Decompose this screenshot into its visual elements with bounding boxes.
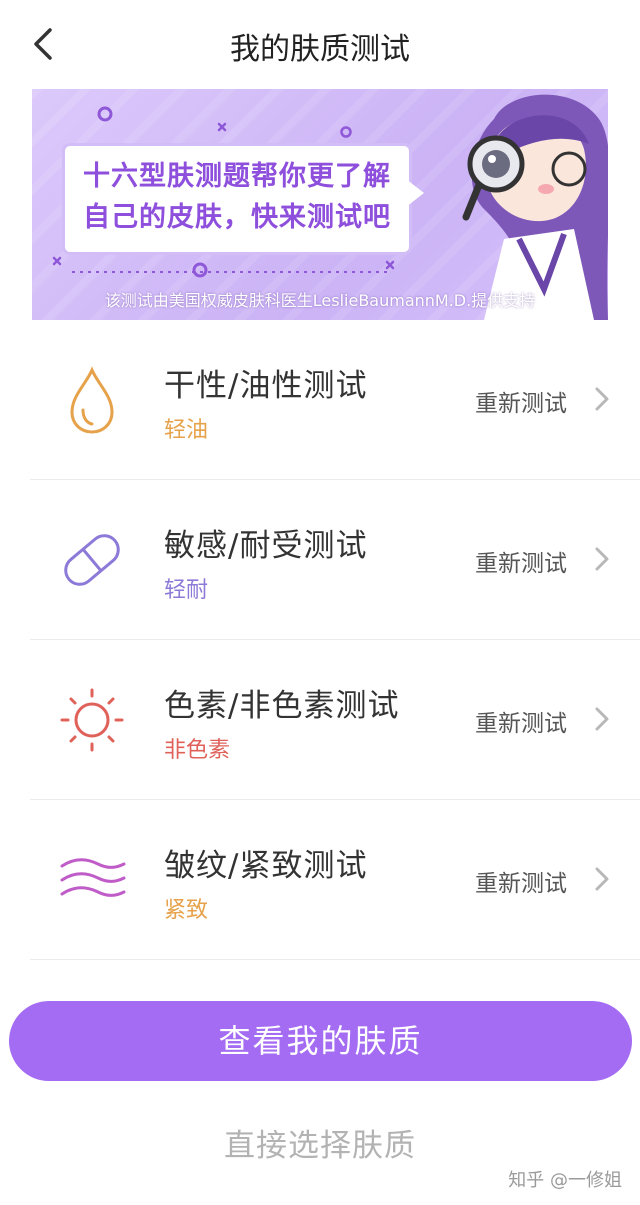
banner-headline: 十六型肤测题帮你更了解 自己的皮肤，快来测试吧: [83, 156, 403, 238]
retest-button[interactable]: 重新测试: [475, 704, 567, 738]
test-title: 敏感/耐受测试: [164, 528, 368, 564]
water-drop-icon: [70, 366, 114, 434]
capsule-icon: [64, 534, 120, 586]
chevron-right-icon: [595, 547, 609, 571]
divider: [30, 959, 640, 960]
speech-bubble-tail: [406, 179, 424, 207]
chevron-right-icon: [595, 867, 609, 891]
sun-icon: [60, 688, 124, 752]
test-row-wrinkle-tight[interactable]: 皱纹/紧致测试 紧致 重新测试: [0, 800, 640, 960]
banner-caption: 该测试由美国权威皮肤科医生LeslieBaumannM.D.提供支持: [104, 291, 536, 310]
test-row-sensitive-resistant[interactable]: 敏感/耐受测试 轻耐 重新测试: [0, 480, 640, 640]
test-result: 紧致: [164, 898, 209, 923]
test-row-pigment[interactable]: 色素/非色素测试 非色素 重新测试: [0, 640, 640, 800]
chevron-right-icon: [595, 707, 609, 731]
waves-icon: [60, 858, 126, 897]
header-bar: 我的肤质测试: [0, 0, 640, 88]
banner-headline-line1: 十六型肤测题帮你更了解: [83, 161, 391, 192]
test-result: 轻油: [164, 418, 209, 443]
test-title: 皱纹/紧致测试: [164, 848, 368, 884]
banner-headline-line2: 自己的皮肤，快来测试吧: [83, 202, 391, 233]
retest-button[interactable]: 重新测试: [475, 384, 567, 418]
chevron-right-icon: [595, 387, 609, 411]
view-my-skin-type-button[interactable]: 查看我的肤质: [9, 1001, 632, 1081]
retest-button[interactable]: 重新测试: [475, 864, 567, 898]
test-result: 轻耐: [164, 578, 209, 603]
page-title: 我的肤质测试: [230, 32, 410, 67]
choose-skin-type-link[interactable]: 直接选择肤质: [0, 1120, 640, 1165]
promo-banner[interactable]: 十六型肤测题帮你更了解 自己的皮肤，快来测试吧 该测试由美国权威皮肤科医生Les…: [32, 89, 608, 320]
girl-with-magnifier-illustration: [462, 94, 608, 320]
test-title: 干性/油性测试: [164, 368, 368, 404]
watermark: 知乎 @一修姐: [508, 1170, 622, 1191]
test-title: 色素/非色素测试: [164, 688, 400, 724]
retest-button[interactable]: 重新测试: [475, 544, 567, 578]
speech-bubble: 十六型肤测题帮你更了解 自己的皮肤，快来测试吧: [62, 143, 412, 255]
test-row-dry-oily[interactable]: 干性/油性测试 轻油 重新测试: [0, 320, 640, 480]
test-result: 非色素: [164, 738, 231, 763]
